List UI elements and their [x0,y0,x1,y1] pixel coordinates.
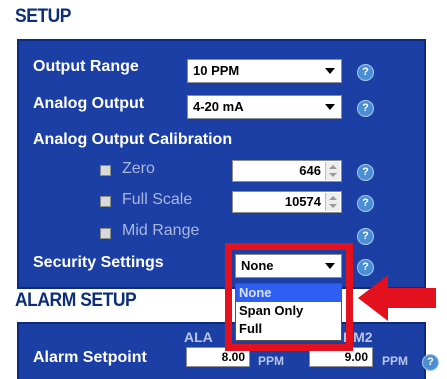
security-settings-label: Security Settings [33,254,164,271]
alarm-setpoint-label: Alarm Setpoint [33,349,147,366]
help-icon[interactable]: ? [422,354,439,371]
help-icon[interactable]: ? [357,195,374,212]
spin-arrows-icon[interactable] [325,193,340,211]
alarm2-unit: PPM [382,354,409,368]
full-scale-value: 10574 [284,194,321,209]
chevron-down-icon [325,68,335,74]
help-icon[interactable]: ? [357,164,374,181]
chevron-down-icon [325,104,335,110]
setup-title: SETUP [15,6,71,27]
highlight-box [225,243,353,351]
mid-range-checkbox[interactable] [100,228,111,239]
pointer-arrow-icon [358,275,436,321]
zero-value: 646 [299,163,321,178]
help-icon[interactable]: ? [357,64,374,81]
analog-output-value: 4-20 mA [193,99,244,114]
alarm1-unit: PPM [258,354,285,368]
alarm1-column-header: ALA [184,329,213,345]
help-icon[interactable]: ? [357,259,374,276]
output-range-select[interactable]: 10 PPM [187,59,342,83]
help-icon[interactable]: ? [357,100,374,117]
help-icon[interactable]: ? [357,228,374,245]
zero-checkbox[interactable] [100,165,111,176]
full-scale-label: Full Scale [122,191,193,208]
analog-output-select[interactable]: 4-20 mA [187,95,342,119]
full-scale-checkbox[interactable] [100,196,111,207]
spin-arrows-icon[interactable] [325,162,340,180]
calibration-label: Analog Output Calibration [33,131,233,148]
output-range-label: Output Range [33,58,139,75]
output-range-value: 10 PPM [193,63,240,78]
zero-stepper[interactable]: 646 [232,160,342,182]
alarm-setup-title: ALARM SETUP [15,290,137,311]
analog-output-label: Analog Output [33,95,145,112]
zero-label: Zero [122,160,155,177]
mid-range-label: Mid Range [122,222,200,239]
full-scale-stepper[interactable]: 10574 [232,191,342,213]
